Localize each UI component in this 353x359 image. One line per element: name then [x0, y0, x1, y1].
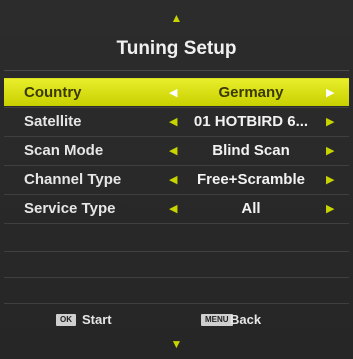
left-arrow-icon[interactable]: ◀ — [169, 144, 177, 157]
ok-key-icon[interactable]: OK — [56, 314, 76, 326]
menu-item-value: All — [241, 200, 261, 217]
menu-item-service-type[interactable]: Service Type ◀ All ▶ — [4, 194, 349, 222]
menu-item-country[interactable]: Country ◀ Germany ▶ — [4, 78, 349, 106]
right-arrow-icon[interactable]: ▶ — [326, 86, 334, 99]
menu-item-channel-type[interactable]: Channel Type ◀ Free+Scramble ▶ — [4, 165, 349, 193]
menu-item-value: Free+Scramble — [197, 171, 305, 188]
divider — [4, 70, 349, 71]
footer-hints: OK Start MENU Back — [4, 303, 349, 334]
left-arrow-icon[interactable]: ◀ — [169, 115, 177, 128]
empty-row — [4, 223, 349, 251]
right-arrow-icon[interactable]: ▶ — [326, 144, 334, 157]
menu-item-value: Germany — [218, 84, 284, 101]
right-arrow-icon[interactable]: ▶ — [326, 115, 334, 128]
back-label: Back — [230, 312, 262, 327]
scroll-down-icon[interactable]: ▼ — [0, 338, 353, 350]
menu-item-value: 01 HOTBIRD 6... — [193, 113, 309, 130]
start-label: Start — [82, 312, 112, 327]
menu-item-scan-mode[interactable]: Scan Mode ◀ Blind Scan ▶ — [4, 136, 349, 164]
empty-row — [4, 277, 349, 305]
left-arrow-icon[interactable]: ◀ — [169, 173, 177, 186]
menu-item-label: Service Type — [24, 200, 116, 217]
tuning-setup-panel: ▲ Tuning Setup Country ◀ Germany ▶ Satel… — [0, 0, 353, 359]
scroll-up-icon[interactable]: ▲ — [0, 12, 353, 24]
menu-item-label: Satellite — [24, 113, 82, 130]
menu-item-value: Blind Scan — [212, 142, 290, 159]
menu-item-label: Channel Type — [24, 171, 122, 188]
left-arrow-icon[interactable]: ◀ — [169, 86, 177, 99]
menu-item-label: Scan Mode — [24, 142, 104, 159]
menu-key-icon[interactable]: MENU — [201, 314, 233, 326]
left-arrow-icon[interactable]: ◀ — [169, 202, 177, 215]
right-arrow-icon[interactable]: ▶ — [326, 173, 334, 186]
menu-item-label: Country — [24, 84, 82, 101]
page-title: Tuning Setup — [116, 38, 237, 59]
right-arrow-icon[interactable]: ▶ — [326, 202, 334, 215]
empty-row — [4, 251, 349, 279]
menu-item-satellite[interactable]: Satellite ◀ 01 HOTBIRD 6... ▶ — [4, 107, 349, 135]
